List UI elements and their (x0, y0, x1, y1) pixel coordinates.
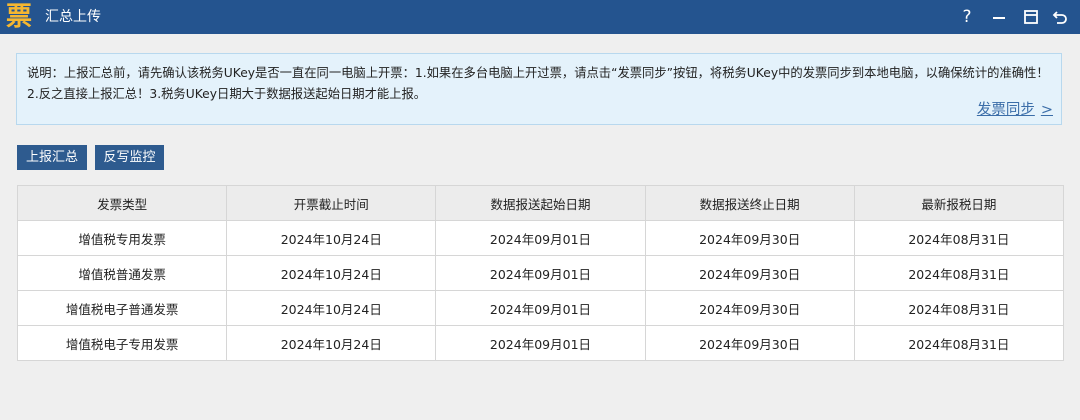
table-cell: 2024年10月24日 (226, 255, 437, 291)
writeback-monitor-button[interactable]: 反写监控 (95, 145, 164, 170)
notice-panel: 说明：上报汇总前，请先确认该税务UKey是否一直在同一电脑上开票：1.如果在多台… (16, 53, 1062, 125)
table-cell: 增值税电子普通发票 (16, 290, 228, 326)
table-cell: 2024年09月01日 (435, 290, 646, 326)
back-button[interactable] (1046, 3, 1074, 31)
back-icon (1052, 11, 1067, 24)
table-cell: 2024年09月30日 (644, 255, 855, 291)
table-cell: 2024年09月01日 (435, 325, 646, 361)
table-row[interactable]: 增值税专用发票 2024年10月24日 2024年09月01日 2024年09月… (16, 220, 1065, 256)
table-cell: 2024年09月30日 (644, 290, 855, 326)
app-logo-icon: 票 (5, 2, 32, 32)
table-cell: 2024年08月31日 (853, 290, 1065, 326)
invoice-summary-table: 发票类型 开票截止时间 数据报送起始日期 数据报送终止日期 最新报税日期 增值税… (16, 185, 1065, 361)
maximize-icon (1024, 10, 1038, 24)
notice-text: 说明：上报汇总前，请先确认该税务UKey是否一直在同一电脑上开票：1.如果在多台… (27, 66, 1049, 101)
table-cell: 增值税电子专用发票 (16, 325, 228, 361)
column-header-invoice-type: 发票类型 (16, 185, 228, 221)
column-header-end-date: 数据报送终止日期 (644, 185, 855, 221)
report-summary-button[interactable]: 上报汇总 (17, 145, 87, 170)
title-bar: 票 汇总上传 ? (0, 0, 1080, 34)
column-header-cutoff-time: 开票截止时间 (226, 185, 437, 221)
table-header-row: 发票类型 开票截止时间 数据报送起始日期 数据报送终止日期 最新报税日期 (16, 185, 1065, 221)
table-cell: 2024年09月01日 (435, 220, 646, 256)
table-cell: 2024年08月31日 (853, 325, 1065, 361)
table-cell: 2024年09月30日 (644, 325, 855, 361)
table-cell: 2024年09月30日 (644, 220, 855, 256)
minimize-button[interactable] (985, 3, 1013, 31)
help-button[interactable]: ? (953, 3, 981, 31)
column-header-start-date: 数据报送起始日期 (435, 185, 646, 221)
table-cell: 2024年10月24日 (226, 290, 437, 326)
invoice-sync-link[interactable]: 发票同步 > (977, 98, 1053, 119)
table-row[interactable]: 增值税普通发票 2024年10月24日 2024年09月01日 2024年09月… (16, 255, 1065, 291)
table-cell: 增值税专用发票 (16, 220, 228, 256)
chevron-right-icon[interactable]: > (1041, 102, 1053, 118)
table-cell: 2024年10月24日 (226, 220, 437, 256)
window-title: 汇总上传 (45, 9, 101, 25)
table-cell: 2024年08月31日 (853, 255, 1065, 291)
table-cell: 增值税普通发票 (16, 255, 228, 291)
table-cell: 2024年10月24日 (226, 325, 437, 361)
table-row[interactable]: 增值税电子普通发票 2024年10月24日 2024年09月01日 2024年0… (16, 290, 1065, 326)
minimize-icon (993, 17, 1005, 19)
invoice-sync-label[interactable]: 发票同步 (977, 102, 1035, 118)
maximize-button[interactable] (1017, 3, 1045, 31)
table-row[interactable]: 增值税电子专用发票 2024年10月24日 2024年09月01日 2024年0… (16, 325, 1065, 361)
column-header-latest-tax-date: 最新报税日期 (853, 185, 1065, 221)
table-cell: 2024年09月01日 (435, 255, 646, 291)
table-cell: 2024年08月31日 (853, 220, 1065, 256)
